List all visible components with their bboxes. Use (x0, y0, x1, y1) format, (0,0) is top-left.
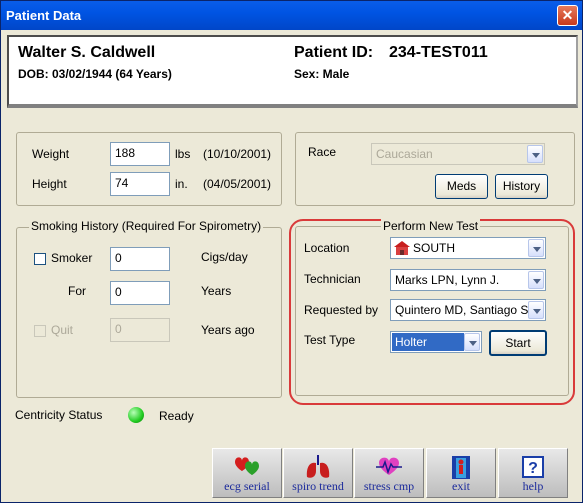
test-type-select[interactable]: Holter (390, 331, 482, 353)
chevron-down-icon (528, 271, 544, 289)
height-date: (04/05/2001) (203, 177, 272, 191)
new-test-title: Perform New Test (381, 219, 481, 233)
stress-cmp-button[interactable]: stress cmp (354, 448, 424, 498)
patient-sex: Sex: Male (294, 67, 350, 81)
title-bar: Patient Data ✕ (1, 1, 582, 30)
status-value: Ready (159, 409, 194, 423)
years-unit: Years (201, 284, 232, 298)
meds-button[interactable]: Meds (435, 174, 488, 199)
chevron-down-icon (464, 333, 480, 351)
close-button[interactable]: ✕ (557, 5, 578, 26)
height-unit: in. (175, 177, 188, 191)
patient-id-label: Patient ID: (294, 44, 374, 61)
start-button[interactable]: Start (489, 330, 547, 356)
help-label: help (522, 479, 544, 493)
technician-label: Technician (304, 272, 361, 286)
stress-heart-icon (376, 457, 402, 475)
chevron-down-icon (528, 301, 544, 319)
svg-text:?: ? (528, 460, 538, 477)
status-indicator-icon (128, 407, 144, 423)
patient-id-value: 234-TEST011 (389, 44, 488, 61)
cigs-field[interactable]: 0 (110, 247, 170, 271)
history-button[interactable]: History (495, 174, 548, 199)
quit-unit: Years ago (201, 323, 255, 337)
patient-data-window: Patient Data ✕ Walter S. Caldwell DOB: 0… (0, 0, 583, 503)
test-type-value: Holter (392, 333, 464, 351)
patient-name: Walter S. Caldwell (18, 44, 156, 61)
chevron-down-icon (527, 145, 543, 163)
quit-label: Quit (51, 323, 74, 337)
weight-date: (10/10/2001) (203, 147, 272, 161)
test-type-label: Test Type (304, 333, 356, 347)
lungs-icon (306, 455, 330, 478)
patient-dob: DOB: 03/02/1944 (64 Years) (18, 67, 172, 81)
stress-cmp-label: stress cmp (363, 479, 415, 493)
exit-label: exit (452, 479, 470, 493)
building-icon (394, 241, 410, 255)
hearts-icon (235, 457, 259, 475)
exit-door-icon (452, 456, 470, 479)
requested-by-value: Quintero MD, Santiago S (395, 303, 529, 317)
window-title: Patient Data (6, 8, 82, 23)
cigs-unit: Cigs/day (201, 250, 248, 264)
quit-years-field[interactable]: 0 (110, 318, 170, 342)
ecg-serial-label: ecg serial (224, 479, 270, 493)
smoking-group-title: Smoking History (Required For Spirometry… (29, 219, 264, 233)
spiro-trend-label: spiro trend (292, 479, 344, 493)
exit-button[interactable]: exit (426, 448, 496, 498)
location-label: Location (304, 241, 350, 255)
requested-by-label: Requested by (304, 303, 379, 317)
ecg-serial-button[interactable]: ecg serial (212, 448, 282, 498)
quit-checkbox[interactable] (34, 325, 46, 337)
height-label: Height (32, 177, 67, 191)
weight-label: Weight (32, 147, 70, 161)
race-value: Caucasian (376, 147, 433, 161)
spiro-trend-button[interactable]: spiro trend (283, 448, 353, 498)
location-select[interactable]: SOUTH (390, 237, 546, 259)
weight-field[interactable]: 188 (110, 142, 170, 166)
chevron-down-icon (528, 239, 544, 257)
smoker-label: Smoker (51, 251, 93, 265)
requested-by-select[interactable]: Quintero MD, Santiago S (390, 299, 546, 321)
height-field[interactable]: 74 (110, 172, 170, 196)
smoker-checkbox[interactable] (34, 253, 46, 265)
weight-unit: lbs (175, 147, 191, 161)
race-select[interactable]: Caucasian (371, 143, 545, 165)
technician-select[interactable]: Marks LPN, Lynn J. (390, 269, 546, 291)
smoke-years-field[interactable]: 0 (110, 281, 170, 305)
help-icon: ? (522, 456, 544, 478)
patient-header: Walter S. Caldwell DOB: 03/02/1944 (64 Y… (7, 35, 578, 108)
for-label: For (68, 284, 86, 298)
help-button[interactable]: ? help (498, 448, 568, 498)
centricity-status-label: Centricity Status (15, 408, 103, 422)
race-label: Race (308, 145, 337, 159)
technician-value: Marks LPN, Lynn J. (395, 273, 500, 287)
location-value: SOUTH (413, 241, 455, 255)
